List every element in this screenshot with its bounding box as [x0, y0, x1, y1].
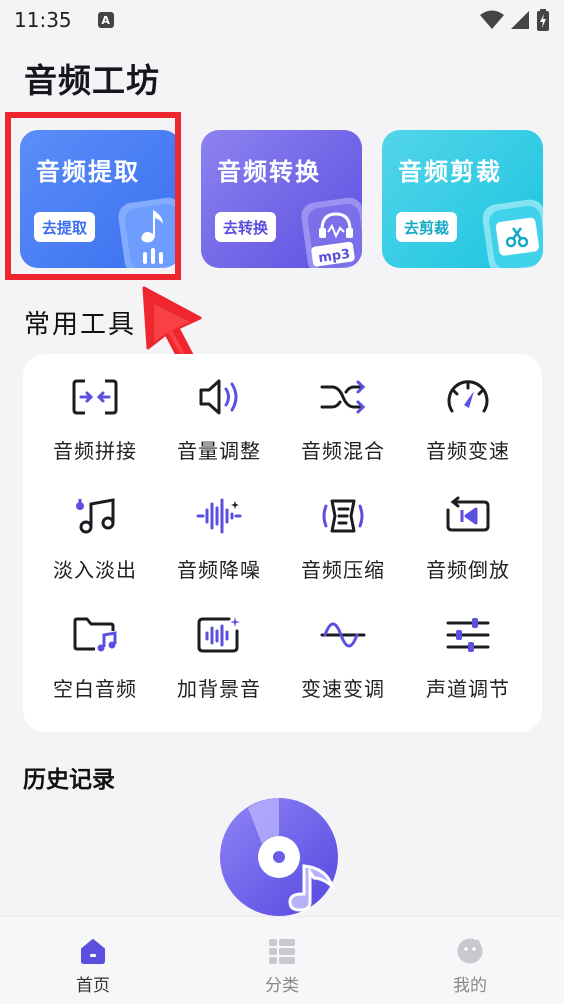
- audio-convert-card[interactable]: 音频转换 去转换 mp3: [201, 130, 362, 268]
- battery-icon: [537, 9, 549, 31]
- tab-label: 我的: [453, 976, 487, 996]
- status-bar: 11:35 A: [0, 0, 564, 40]
- merge-icon: [70, 376, 120, 417]
- notification-icon: A: [97, 12, 114, 28]
- app-title: 音频工坊: [24, 61, 160, 100]
- tool-label: 音频压缩: [301, 558, 385, 582]
- speedometer-icon: [443, 376, 493, 417]
- category-icon: [267, 937, 297, 965]
- tool-label: 音频变速: [426, 439, 510, 463]
- denoise-wave-icon: [194, 495, 244, 536]
- scissors-film-icon: [482, 199, 543, 268]
- mp3-headphone-icon: mp3: [301, 197, 362, 268]
- home-icon: [78, 937, 108, 965]
- tool-label: 音量调整: [177, 439, 261, 463]
- tab-profile[interactable]: 我的: [410, 917, 530, 1004]
- tool-blank-audio[interactable]: 空白音频: [35, 592, 155, 702]
- reverse-play-icon: [443, 495, 493, 536]
- tool-label: 加背景音: [177, 677, 261, 701]
- tool-audio-splice[interactable]: 音频拼接: [35, 354, 155, 464]
- music-note-icon: [118, 197, 181, 268]
- common-tools-panel: 音频拼接 音量调整 音频混合 音频变速 淡入淡出 音频降噪 音频压缩 音频倒放 …: [23, 354, 542, 732]
- tool-speed-pitch[interactable]: 变速变调: [283, 592, 403, 702]
- sliders-icon: [443, 614, 493, 655]
- tool-label: 音频倒放: [426, 558, 510, 582]
- status-indicators: [480, 9, 550, 31]
- tab-home[interactable]: 首页: [33, 917, 153, 1004]
- sine-wave-icon: [318, 614, 368, 655]
- signal-icon: [511, 11, 529, 29]
- tool-label: 淡入淡出: [53, 558, 137, 582]
- card-title: 音频提取: [36, 158, 140, 186]
- fade-notes-icon: [70, 495, 120, 536]
- tool-channel-adjust[interactable]: 声道调节: [408, 592, 528, 702]
- status-time: 11:35: [14, 8, 72, 32]
- tool-add-background-sound[interactable]: 加背景音: [159, 592, 279, 702]
- tool-label: 声道调节: [426, 677, 510, 701]
- tool-audio-mix[interactable]: 音频混合: [283, 354, 403, 464]
- go-convert-button[interactable]: 去转换: [215, 212, 277, 242]
- history-title: 历史记录: [23, 767, 115, 793]
- shuffle-icon: [318, 376, 368, 417]
- tab-label: 分类: [265, 976, 299, 996]
- folder-music-icon: [70, 614, 120, 655]
- profile-icon: [455, 937, 485, 965]
- card-title: 音频剪裁: [398, 158, 502, 186]
- common-tools-title: 常用工具: [24, 310, 137, 340]
- tool-label: 音频拼接: [53, 439, 137, 463]
- tab-category[interactable]: 分类: [222, 917, 342, 1004]
- audio-cut-card[interactable]: 音频剪裁 去剪裁: [382, 130, 543, 268]
- tool-audio-denoise[interactable]: 音频降噪: [159, 473, 279, 583]
- tool-label: 变速变调: [301, 677, 385, 701]
- background-sound-icon: [194, 614, 244, 655]
- tool-audio-reverse[interactable]: 音频倒放: [408, 473, 528, 583]
- tool-label: 音频混合: [301, 439, 385, 463]
- go-extract-button[interactable]: 去提取: [34, 212, 96, 242]
- bottom-tab-bar: 首页 分类 我的: [0, 916, 564, 1004]
- vinyl-disc-icon: [220, 798, 338, 916]
- compress-icon: [318, 495, 368, 536]
- go-cut-button[interactable]: 去剪裁: [396, 212, 458, 242]
- volume-icon: [194, 376, 244, 417]
- tool-fade-in-out[interactable]: 淡入淡出: [35, 473, 155, 583]
- feature-cards: 音频提取 去提取 音频转换 去转换 mp3 音频剪裁 去剪裁: [20, 130, 545, 268]
- tab-label: 首页: [76, 976, 110, 996]
- tool-audio-speed[interactable]: 音频变速: [408, 354, 528, 464]
- tool-label: 音频降噪: [177, 558, 261, 582]
- tool-audio-compress[interactable]: 音频压缩: [283, 473, 403, 583]
- tool-volume-adjust[interactable]: 音量调整: [159, 354, 279, 464]
- audio-extract-card[interactable]: 音频提取 去提取: [20, 130, 181, 268]
- tool-label: 空白音频: [53, 677, 137, 701]
- card-title: 音频转换: [217, 158, 321, 186]
- wifi-icon: [480, 10, 504, 29]
